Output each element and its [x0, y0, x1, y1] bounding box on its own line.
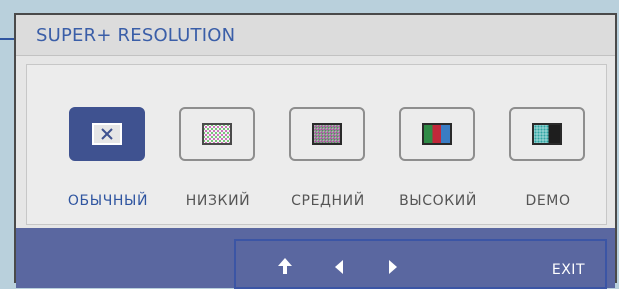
option-demo-label: DEMO — [525, 193, 571, 209]
option-demo-button[interactable] — [509, 107, 585, 161]
panel-title: SUPER+ RESOLUTION — [36, 25, 236, 46]
option-demo[interactable]: DEMO — [493, 65, 603, 226]
color-bars-high-icon — [422, 123, 452, 145]
option-low-label: НИЗКИЙ — [185, 193, 251, 209]
footer-bar: EXIT — [16, 228, 615, 289]
osd-panel: SUPER+ RESOLUTION ОБЫЧНЫЙ НИЗКИЙ СРЕДНИЙ… — [14, 13, 617, 289]
option-low-button[interactable] — [179, 107, 255, 161]
option-high-button[interactable] — [399, 107, 475, 161]
navigation-box: EXIT — [234, 239, 607, 289]
left-arrow-icon[interactable] — [334, 259, 344, 278]
option-normal-button[interactable] — [69, 107, 145, 161]
option-medium-label: СРЕДНИЙ — [291, 193, 365, 209]
close-icon — [92, 123, 122, 145]
option-high-label: ВЫСОКИЙ — [399, 193, 477, 209]
exit-button[interactable]: EXIT — [552, 262, 585, 278]
option-medium-button[interactable] — [289, 107, 365, 161]
resolution-options: ОБЫЧНЫЙ НИЗКИЙ СРЕДНИЙ ВЫСОКИЙ DEMO — [26, 64, 607, 225]
option-medium[interactable]: СРЕДНИЙ — [273, 65, 383, 226]
title-bar: SUPER+ RESOLUTION — [16, 15, 615, 56]
accent-line — [0, 38, 14, 40]
option-high[interactable]: ВЫСОКИЙ — [383, 65, 493, 226]
demo-split-icon — [532, 123, 562, 145]
up-arrow-icon[interactable] — [278, 257, 292, 279]
option-normal-label: ОБЫЧНЫЙ — [67, 193, 149, 209]
option-low[interactable]: НИЗКИЙ — [163, 65, 273, 226]
pattern-low-icon — [202, 123, 232, 145]
right-arrow-icon[interactable] — [388, 259, 398, 278]
pattern-medium-icon — [312, 123, 342, 145]
option-normal[interactable]: ОБЫЧНЫЙ — [53, 65, 163, 226]
